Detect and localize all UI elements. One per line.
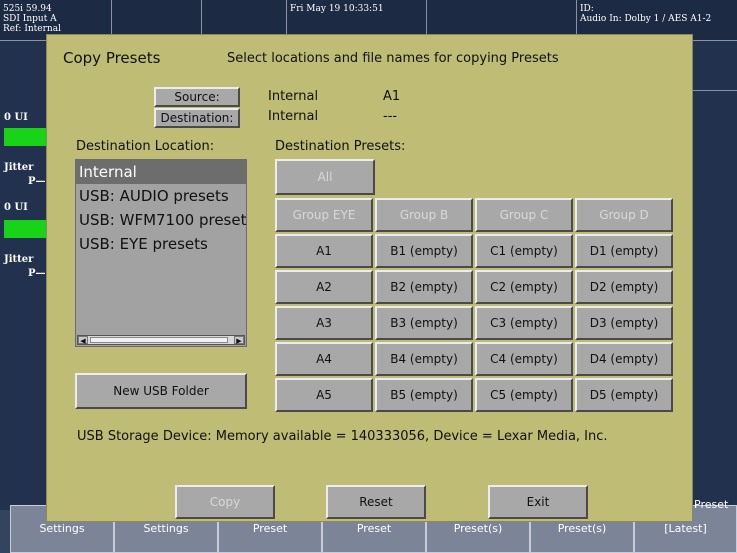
preset-c2-button[interactable]: C2 (empty) bbox=[475, 270, 573, 304]
destination-location-list[interactable]: Internal USB: AUDIO presets USB: WFM7100… bbox=[75, 159, 247, 347]
preset-d2-button[interactable]: D2 (empty) bbox=[575, 270, 673, 304]
bg-ui-label: 0 UI bbox=[4, 202, 28, 213]
dialog-subtitle: Select locations and file names for copy… bbox=[227, 51, 559, 66]
bg-p-label: P— bbox=[28, 176, 46, 187]
source-location-value: Internal bbox=[268, 89, 319, 104]
preset-a2-button[interactable]: A2 bbox=[275, 270, 373, 304]
destination-location-label: Destination Location: bbox=[76, 139, 215, 154]
group-c-tab[interactable]: Group C bbox=[475, 198, 573, 232]
preset-c5-button[interactable]: C5 (empty) bbox=[475, 378, 573, 412]
bg-jitter-label: Jitter bbox=[4, 162, 34, 173]
preset-a1-button[interactable]: A1 bbox=[275, 234, 373, 268]
preset-c3-button[interactable]: C3 (empty) bbox=[475, 306, 573, 340]
destination-location-value: Internal bbox=[268, 109, 319, 124]
group-eye-tab[interactable]: Group EYE bbox=[275, 198, 373, 232]
bg-green-meter bbox=[4, 220, 46, 238]
bg-audio-line: Audio In: Dolby 1 / AES A1-2 bbox=[580, 14, 712, 24]
source-preset-value: A1 bbox=[383, 89, 401, 104]
location-item-usb-wfm7100[interactable]: USB: WFM7100 presets bbox=[76, 208, 246, 232]
preset-a3-button[interactable]: A3 bbox=[275, 306, 373, 340]
dialog-title: Copy Presets bbox=[63, 49, 161, 67]
location-item-usb-audio[interactable]: USB: AUDIO presets bbox=[76, 184, 246, 208]
destination-presets-label: Destination Presets: bbox=[275, 139, 406, 154]
bg-ref-line: Ref: Internal bbox=[3, 24, 61, 34]
source-button[interactable]: Source: bbox=[154, 87, 240, 107]
preset-c4-button[interactable]: C4 (empty) bbox=[475, 342, 573, 376]
scroll-left-icon[interactable]: ◀ bbox=[78, 336, 88, 345]
preset-a4-button[interactable]: A4 bbox=[275, 342, 373, 376]
bg-ui-label: 0 UI bbox=[4, 112, 28, 123]
preset-b5-button[interactable]: B5 (empty) bbox=[375, 378, 473, 412]
bg-input-line: SDI Input A bbox=[3, 14, 57, 24]
preset-d4-button[interactable]: D4 (empty) bbox=[575, 342, 673, 376]
group-b-tab[interactable]: Group B bbox=[375, 198, 473, 232]
scroll-right-icon[interactable]: ▶ bbox=[234, 336, 244, 345]
exit-button[interactable]: Exit bbox=[488, 485, 588, 519]
preset-d5-button[interactable]: D5 (empty) bbox=[575, 378, 673, 412]
copy-button[interactable]: Copy bbox=[175, 485, 275, 519]
bg-green-meter bbox=[4, 128, 46, 146]
usb-storage-status: USB Storage Device: Memory available = 1… bbox=[77, 429, 608, 444]
bg-divider bbox=[692, 90, 737, 91]
location-item-internal[interactable]: Internal bbox=[76, 160, 246, 184]
bg-datetime: Fri May 19 10:33:51 bbox=[290, 4, 384, 14]
bg-p-label: P— bbox=[28, 268, 46, 279]
preset-b4-button[interactable]: B4 (empty) bbox=[375, 342, 473, 376]
preset-b1-button[interactable]: B1 (empty) bbox=[375, 234, 473, 268]
destination-preset-value: --- bbox=[383, 109, 398, 124]
preset-d3-button[interactable]: D3 (empty) bbox=[575, 306, 673, 340]
destination-button[interactable]: Destination: bbox=[154, 108, 240, 128]
scroll-thumb[interactable] bbox=[90, 337, 228, 343]
preset-b3-button[interactable]: B3 (empty) bbox=[375, 306, 473, 340]
bg-preset-text: Preset bbox=[694, 498, 729, 511]
preset-c1-button[interactable]: C1 (empty) bbox=[475, 234, 573, 268]
bg-id-line: ID: bbox=[580, 4, 594, 14]
preset-a5-button[interactable]: A5 bbox=[275, 378, 373, 412]
group-d-tab[interactable]: Group D bbox=[575, 198, 673, 232]
bg-jitter-label: Jitter bbox=[4, 254, 34, 265]
background-left-meters: 0 UI Jitter P— 0 UI Jitter P— bbox=[0, 40, 46, 510]
new-usb-folder-button[interactable]: New USB Folder bbox=[75, 373, 247, 409]
reset-button[interactable]: Reset bbox=[326, 485, 426, 519]
horizontal-scrollbar[interactable]: ◀ ▶ bbox=[77, 335, 245, 345]
copy-presets-dialog: Copy Presets Select locations and file n… bbox=[46, 34, 693, 522]
preset-b2-button[interactable]: B2 (empty) bbox=[375, 270, 473, 304]
all-button[interactable]: All bbox=[275, 159, 375, 195]
location-item-usb-eye[interactable]: USB: EYE presets bbox=[76, 232, 246, 256]
bg-format-line: 525i 59.94 bbox=[3, 4, 52, 14]
preset-d1-button[interactable]: D1 (empty) bbox=[575, 234, 673, 268]
